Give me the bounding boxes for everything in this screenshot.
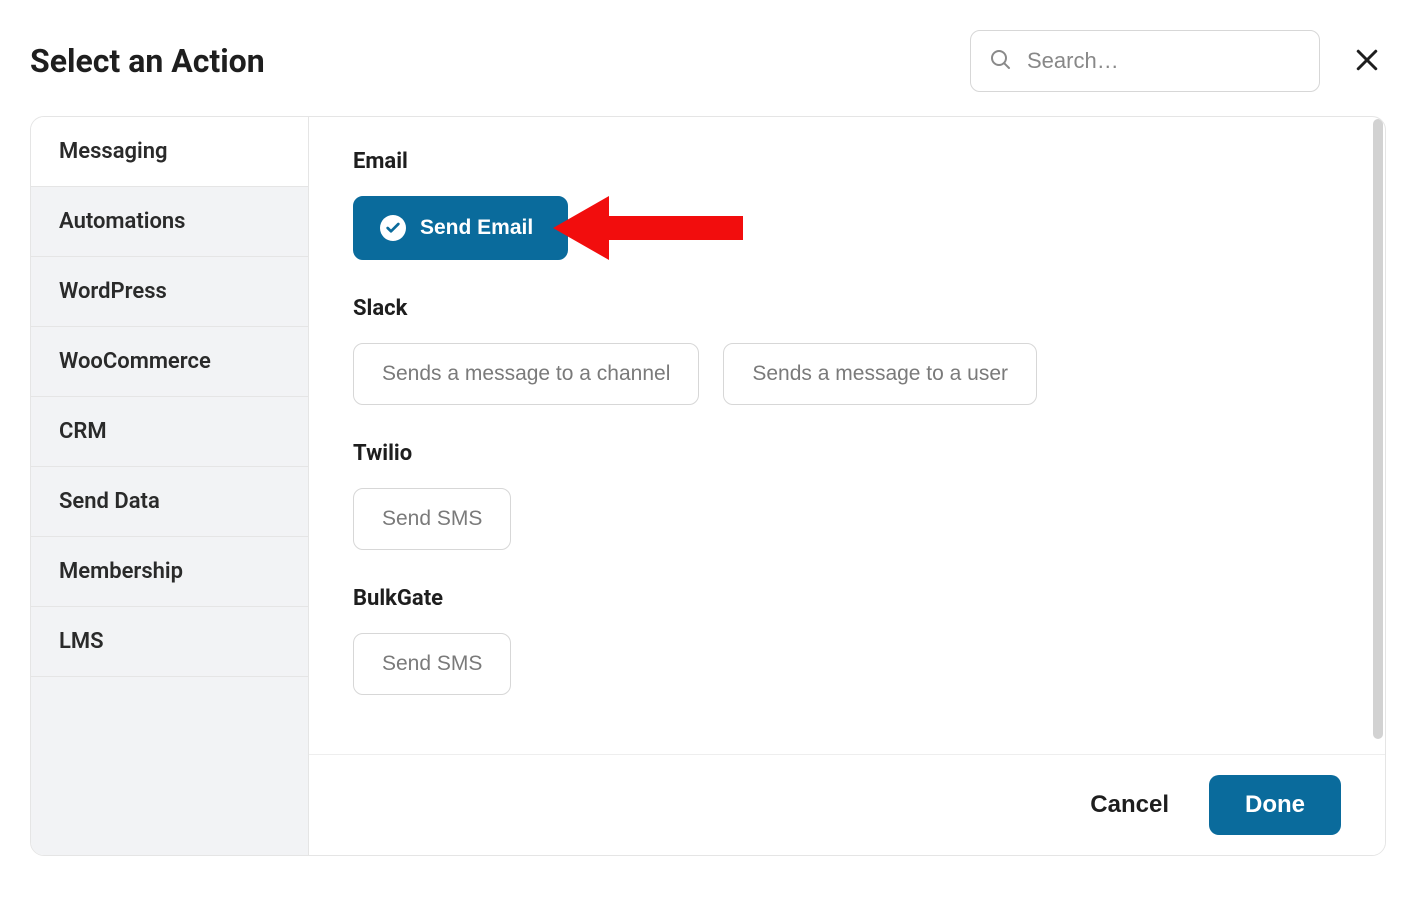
action-label: Send SMS [382,652,482,676]
action-send-email[interactable]: Send Email [353,196,568,260]
group-title: Email [353,149,1341,174]
modal-panel: Messaging Automations WordPress WooComme… [30,116,1386,856]
action-label: Send SMS [382,507,482,531]
action-slack-channel[interactable]: Sends a message to a channel [353,343,699,405]
cancel-button[interactable]: Cancel [1086,781,1173,829]
modal-footer: Cancel Done [309,754,1385,855]
modal-title: Select an Action [30,42,265,80]
group-actions: Send SMS [353,633,1341,695]
sidebar-item-send-data[interactable]: Send Data [31,467,308,537]
close-button[interactable] [1348,41,1386,82]
action-label: Sends a message to a channel [382,362,670,386]
action-label: Sends a message to a user [752,362,1008,386]
group-slack: Slack Sends a message to a channel Sends… [353,296,1341,405]
close-icon [1352,63,1382,78]
group-actions: Send SMS [353,488,1341,550]
select-action-modal: Select an Action Messaging Automations W… [0,0,1416,856]
group-title: Twilio [353,441,1341,466]
scrollbar-thumb[interactable] [1373,119,1383,739]
check-icon [380,215,406,241]
group-actions: Sends a message to a channel Sends a mes… [353,343,1341,405]
annotation-arrow [553,178,753,278]
content-wrap: Email Send Email [309,117,1385,855]
group-email: Email Send Email [353,149,1341,260]
category-sidebar: Messaging Automations WordPress WooComme… [31,117,309,855]
group-actions: Send Email [353,196,1341,260]
modal-header: Select an Action [30,30,1386,92]
done-button[interactable]: Done [1209,775,1341,835]
group-twilio: Twilio Send SMS [353,441,1341,550]
search-input[interactable] [970,30,1320,92]
actions-content: Email Send Email [309,117,1385,754]
sidebar-item-woocommerce[interactable]: WooCommerce [31,327,308,397]
sidebar-item-lms[interactable]: LMS [31,607,308,677]
group-title: BulkGate [353,586,1341,611]
group-bulkgate: BulkGate Send SMS [353,586,1341,695]
sidebar-item-crm[interactable]: CRM [31,397,308,467]
group-title: Slack [353,296,1341,321]
sidebar-item-wordpress[interactable]: WordPress [31,257,308,327]
action-label: Send Email [420,216,533,240]
sidebar-item-membership[interactable]: Membership [31,537,308,607]
action-slack-user[interactable]: Sends a message to a user [723,343,1037,405]
sidebar-item-automations[interactable]: Automations [31,187,308,257]
search-field [970,30,1320,92]
action-bulkgate-send-sms[interactable]: Send SMS [353,633,511,695]
search-icon [988,47,1012,75]
modal-header-right [970,30,1386,92]
sidebar-item-messaging[interactable]: Messaging [31,117,308,187]
action-twilio-send-sms[interactable]: Send SMS [353,488,511,550]
